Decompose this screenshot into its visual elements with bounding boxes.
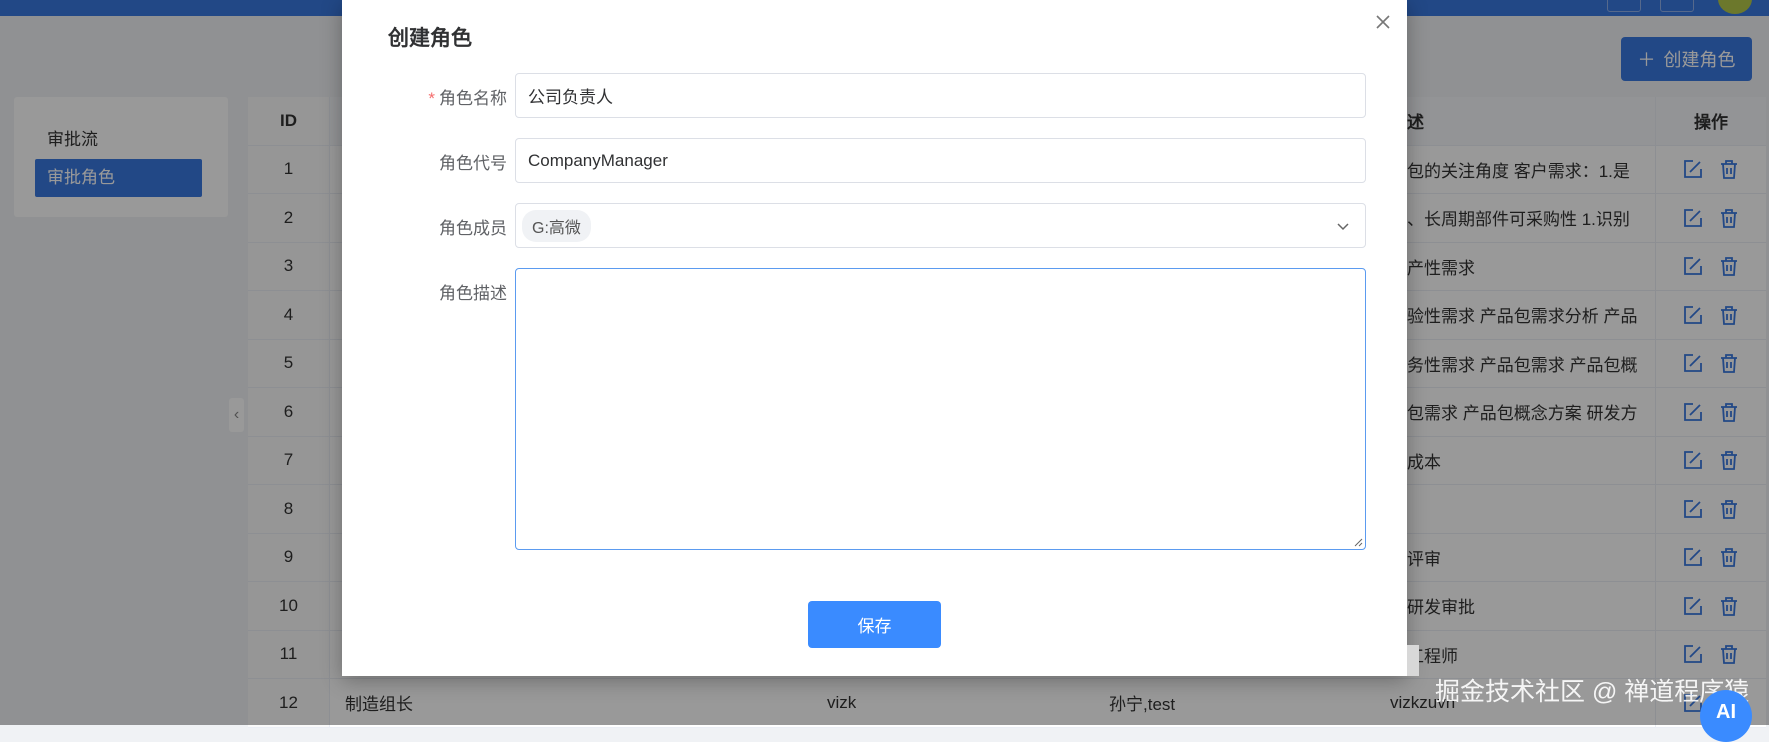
- create-role-dialog: 创建角色 * 角色名称 公司负责人 角色代号 CompanyManager 角色成…: [342, 0, 1419, 676]
- ai-assistant-button[interactable]: AI: [1700, 690, 1752, 742]
- role-code-input[interactable]: CompanyManager: [515, 138, 1366, 183]
- desc-label: 角色描述: [439, 284, 507, 303]
- close-icon[interactable]: [1373, 12, 1393, 32]
- chevron-down-icon: [1337, 223, 1349, 231]
- watermark: 掘金技术社区 @ 禅道程序猿: [1435, 678, 1750, 706]
- role-description-textarea[interactable]: [515, 268, 1366, 550]
- resize-handle-icon[interactable]: [1353, 537, 1363, 547]
- required-mark: *: [428, 89, 435, 108]
- scrollbar[interactable]: [1407, 645, 1419, 676]
- role-name-input[interactable]: 公司负责人: [515, 73, 1366, 118]
- member-tag[interactable]: G:高微: [522, 209, 591, 242]
- save-button[interactable]: 保存: [808, 601, 941, 648]
- dialog-title: 创建角色: [388, 27, 472, 50]
- name-label-text: 角色名称: [439, 89, 507, 108]
- members-label: 角色成员: [439, 219, 507, 238]
- name-label: * 角色名称: [428, 84, 507, 109]
- code-label: 角色代号: [439, 154, 507, 173]
- role-members-select[interactable]: G:高微: [515, 203, 1366, 248]
